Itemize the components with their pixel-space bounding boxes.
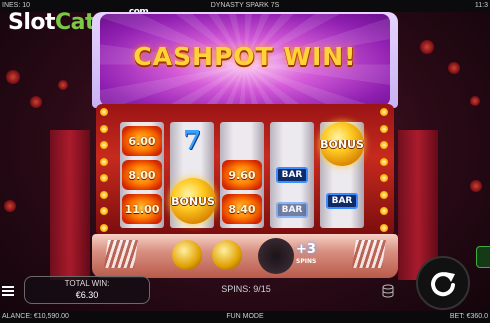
bonus-coin-symbol: BONUS (170, 178, 216, 224)
right-lights (380, 108, 390, 232)
slot-machine: CASHPOT WIN! 6.00 8.00 11.00 7 BONUS 9.6… (92, 12, 398, 278)
vent-decoration (104, 240, 138, 268)
lantern-decoration (420, 40, 434, 54)
reel-3: 9.60 8.40 (220, 122, 264, 228)
cash-symbol: 9.60 (222, 160, 262, 190)
lantern-decoration (470, 180, 482, 192)
reel-5: BONUS BAR (320, 122, 364, 228)
bar-symbol: BAR (272, 160, 312, 190)
spin-button[interactable] (416, 256, 470, 310)
fun-mode-label: FUN MODE (226, 313, 264, 320)
reel-2: 7 BONUS (170, 122, 216, 228)
vent-decoration (352, 240, 386, 268)
bet-amount: BET: €360.0 (449, 313, 488, 320)
bar-symbol: BAR (272, 200, 312, 220)
win-banner: CASHPOT WIN! (100, 14, 390, 106)
side-option-button[interactable] (476, 246, 490, 268)
lantern-decoration (6, 70, 20, 84)
reel-4: BAR BAR (270, 122, 314, 228)
hamburger-icon[interactable] (2, 284, 16, 296)
reel-1: 6.00 8.00 11.00 (120, 122, 164, 228)
total-win-value: €6.30 (75, 290, 99, 300)
cash-symbol: 8.00 (122, 160, 162, 190)
lantern-decoration (4, 200, 16, 212)
extra-spins-amount: +3 (296, 242, 316, 257)
lantern-decoration (448, 62, 460, 74)
bottom-status-bar: ALANCE: €10,590.00 FUN MODE BET: €360.0 (0, 311, 490, 323)
coin-stack-icon[interactable] (382, 284, 394, 298)
lantern-decoration (470, 96, 480, 106)
spin-arrow-icon (431, 272, 455, 297)
total-win-label: TOTAL WIN: (64, 279, 110, 288)
coin-decoration (212, 240, 242, 270)
bonus-coin-symbol: BONUS (320, 122, 364, 166)
cash-symbol: 8.40 (222, 194, 262, 224)
coin-slot (258, 238, 294, 274)
reel-area: 6.00 8.00 11.00 7 BONUS 9.60 8.40 BAR BA… (120, 122, 370, 228)
total-win-box: TOTAL WIN: €6.30 (24, 276, 150, 304)
machine-base: +3 SPINS (92, 234, 398, 278)
cashpot-win-title: CASHPOT WIN! (133, 42, 357, 71)
left-lights (100, 108, 110, 232)
coin-decoration (172, 240, 202, 270)
cash-symbol: 6.00 (122, 126, 162, 156)
cash-symbol: 11.00 (122, 194, 162, 224)
lantern-decoration (58, 80, 68, 90)
clock: 11:3 (474, 2, 488, 9)
game-stage: INES: 10 DYNASTY SPARK 7S 11:3 SlotCatal… (0, 0, 490, 323)
lantern-decoration (30, 96, 42, 108)
bar-symbol: BAR (322, 186, 362, 216)
spins-counter: SPINS: 9/15 (221, 284, 271, 294)
extra-spins-label: SPINS (296, 258, 317, 265)
seven-symbol: 7 (182, 126, 202, 156)
left-curtain (50, 130, 90, 280)
